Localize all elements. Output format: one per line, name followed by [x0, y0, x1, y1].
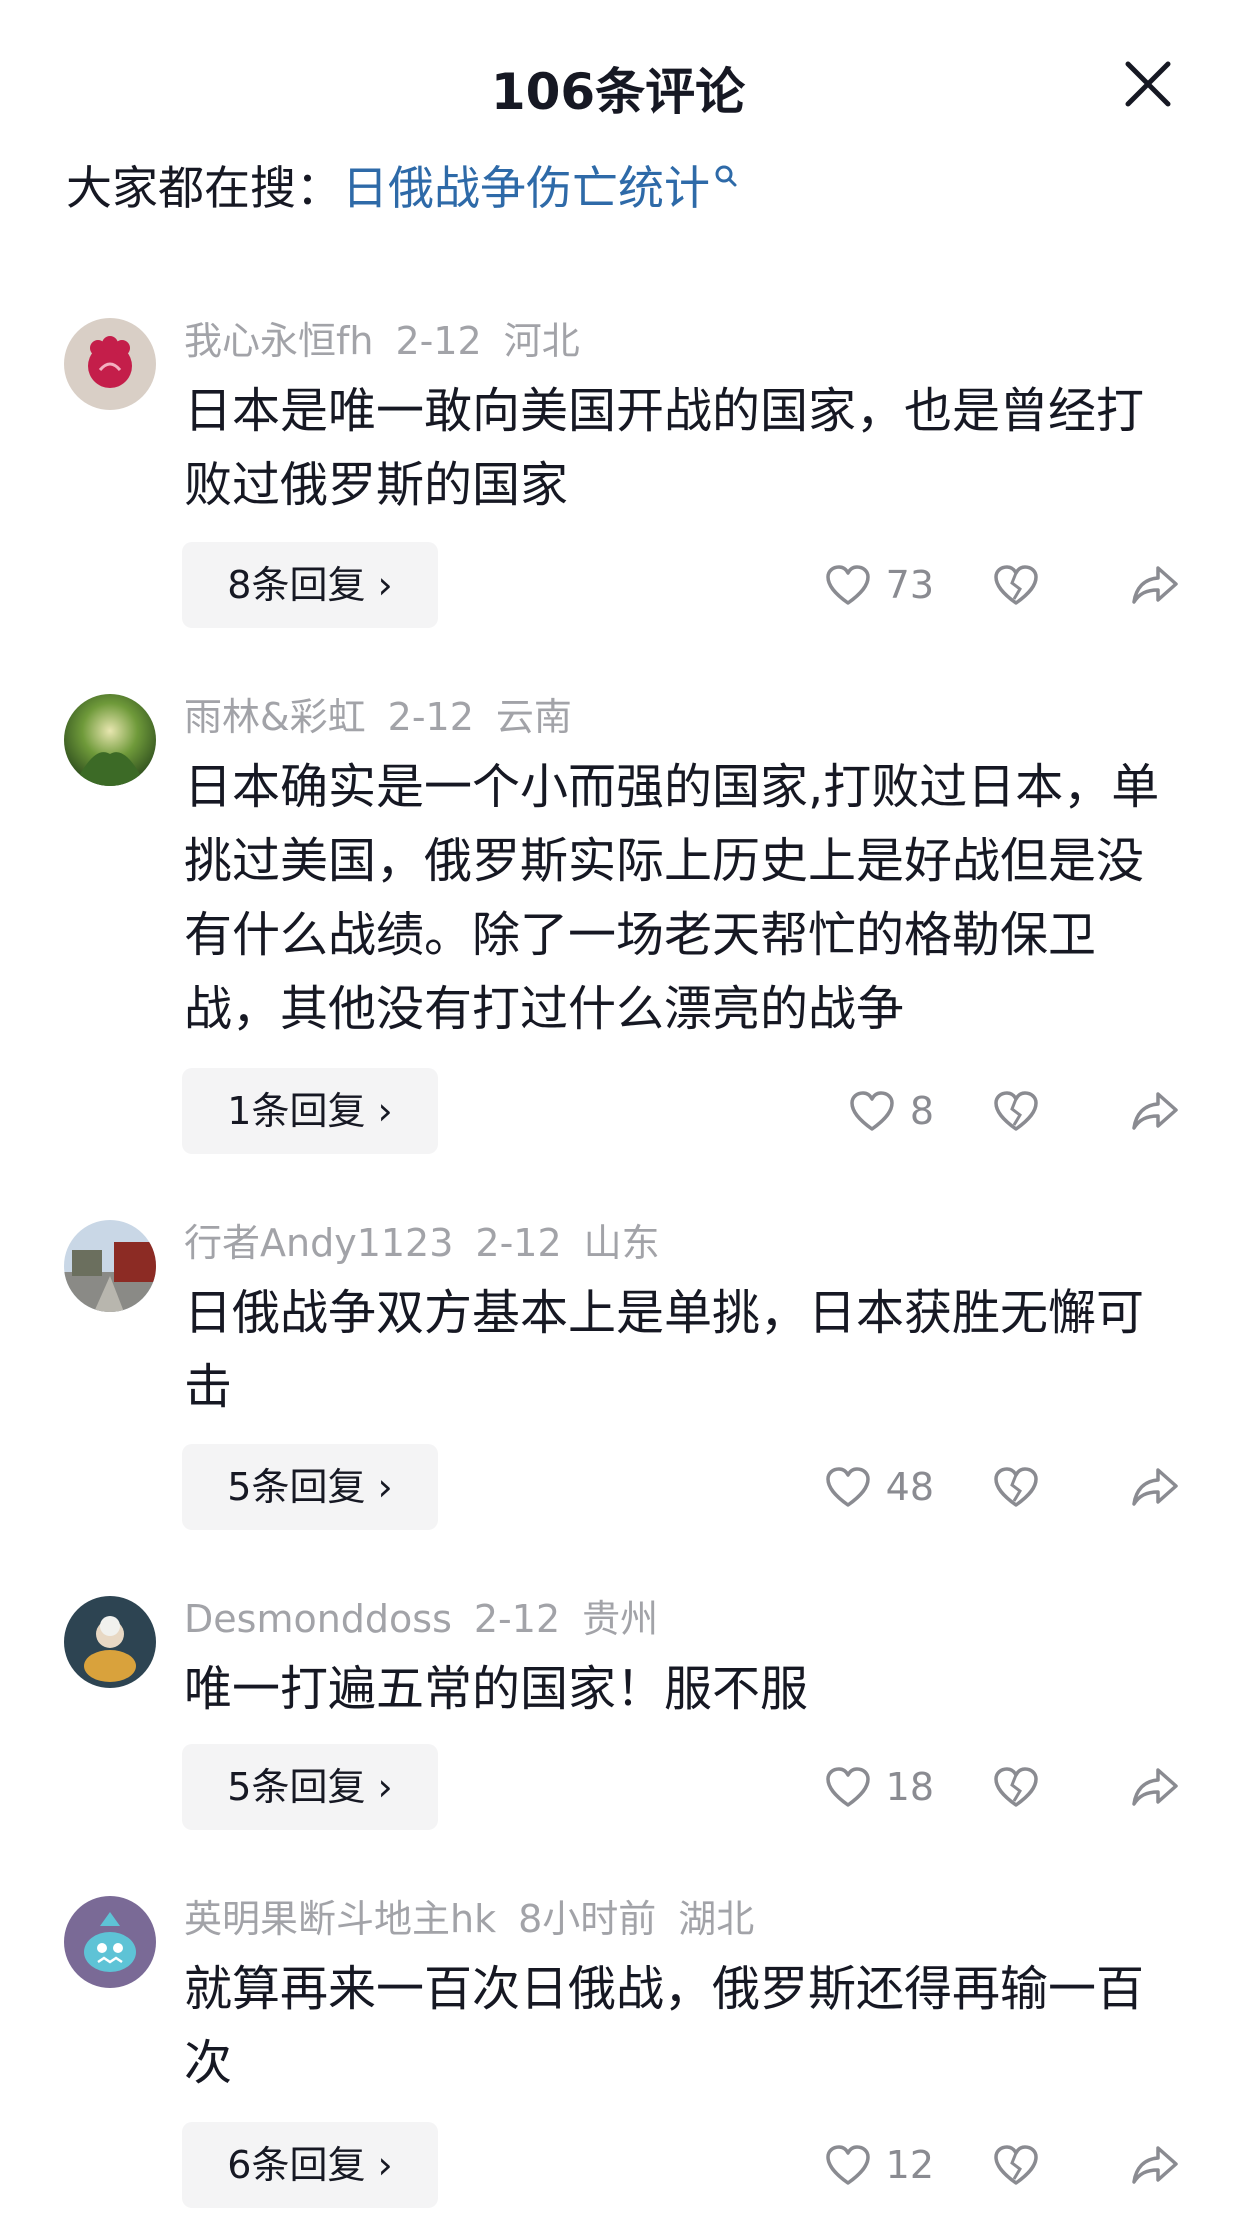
close-button[interactable] — [1120, 56, 1176, 112]
view-replies-button[interactable]: 6条回复 › — [182, 2122, 438, 2208]
dislike-button[interactable] — [992, 2143, 1040, 2191]
avatar[interactable] — [64, 318, 156, 410]
like-button[interactable]: 8 — [848, 1068, 934, 1154]
dislike-button[interactable] — [992, 1089, 1040, 1137]
heart-icon — [825, 1467, 870, 1507]
comment-date: 2-12 — [475, 1221, 562, 1265]
like-count: 12 — [885, 2143, 934, 2187]
share-arrow-icon — [1132, 566, 1178, 604]
avatar[interactable] — [64, 1896, 156, 1988]
comment-text: 日本确实是一个小而强的国家,打败过日本，单挑过美国，俄罗斯实际上历史上是好战但是… — [184, 759, 1160, 1037]
username[interactable]: 我心永恒fh — [184, 319, 373, 363]
broken-heart-icon — [994, 1767, 1038, 1807]
comment-text: 就算再来一百次日俄战，俄罗斯还得再输一百次 — [184, 1961, 1145, 2091]
broken-heart-icon — [994, 565, 1038, 605]
comment-date: 2-12 — [473, 1597, 561, 1641]
heart-icon — [825, 2145, 870, 2185]
comment-actions: 1条回复 › 8 — [0, 1068, 1236, 1154]
broken-heart-icon — [994, 1091, 1038, 1131]
comment-text: 日本是唯一敢向美国开战的国家，也是曾经打败过俄罗斯的国家 — [184, 383, 1145, 513]
comment-text: 日俄战争双方基本上是单挑，日本获胜无懈可击 — [184, 1285, 1145, 1415]
comment-location: 云南 — [495, 695, 572, 739]
username[interactable]: 英明果断斗地主hk — [184, 1897, 496, 1941]
comment-date: 8小时前 — [518, 1897, 657, 1941]
like-count: 18 — [885, 1765, 934, 1809]
heart-icon — [825, 565, 870, 605]
comment-meta: 雨林&彩虹 2-12 云南 — [184, 694, 594, 740]
search-icon — [715, 165, 737, 187]
comment-text: 唯一打遍五常的国家！服不服 — [184, 1661, 809, 1717]
username[interactable]: Desmonddoss — [184, 1597, 452, 1641]
trending-search-link[interactable]: 日俄战争伤亡统计 — [342, 161, 738, 215]
comment-date: 2-12 — [387, 695, 474, 739]
comment-actions: 5条回复 › 48 — [0, 1444, 1236, 1530]
share-button[interactable] — [1130, 2142, 1180, 2192]
comment-date: 2-12 — [395, 319, 482, 363]
trending-search-row: 大家都在搜：日俄战争伤亡统计 — [66, 152, 738, 218]
share-arrow-icon — [1132, 1092, 1178, 1130]
avatar[interactable] — [64, 1220, 156, 1312]
username[interactable]: 行者Andy1123 — [184, 1221, 453, 1265]
view-replies-button[interactable]: 5条回复 › — [182, 1444, 438, 1530]
dislike-button[interactable] — [992, 563, 1040, 611]
share-button[interactable] — [1130, 1088, 1180, 1138]
comment-meta: 行者Andy1123 2-12 山东 — [184, 1220, 682, 1266]
comment-location: 山东 — [583, 1221, 660, 1265]
avatar[interactable] — [64, 1596, 156, 1688]
like-count: 73 — [885, 563, 934, 607]
view-replies-button[interactable]: 1条回复 › — [182, 1068, 438, 1154]
comments-header: 106条评论 — [0, 0, 1236, 150]
share-button[interactable] — [1130, 562, 1180, 612]
comment-location: 河北 — [503, 319, 580, 363]
username[interactable]: 雨林&彩虹 — [184, 695, 366, 739]
dislike-button[interactable] — [992, 1765, 1040, 1813]
share-arrow-icon — [1132, 1768, 1178, 1806]
like-button[interactable]: 73 — [824, 542, 934, 628]
comment-meta: 英明果断斗地主hk 8小时前 湖北 — [184, 1896, 776, 1942]
view-replies-button[interactable]: 8条回复 › — [182, 542, 438, 628]
comments-title: 106条评论 — [490, 63, 746, 121]
comment-actions: 6条回复 › 12 — [0, 2122, 1236, 2208]
heart-icon — [825, 1767, 870, 1807]
trending-search-prefix: 大家都在搜： — [66, 161, 342, 215]
share-button[interactable] — [1130, 1464, 1180, 1514]
like-button[interactable]: 18 — [824, 1744, 934, 1830]
like-button[interactable]: 12 — [824, 2122, 934, 2208]
heart-icon — [850, 1091, 894, 1131]
trending-search-term: 日俄战争伤亡统计 — [342, 161, 710, 215]
share-button[interactable] — [1130, 1764, 1180, 1814]
dislike-button[interactable] — [992, 1465, 1040, 1513]
share-arrow-icon — [1132, 2146, 1178, 2184]
comment-actions: 8条回复 › 73 — [0, 542, 1236, 628]
like-button[interactable]: 48 — [824, 1444, 934, 1530]
view-replies-button[interactable]: 5条回复 › — [182, 1744, 438, 1830]
broken-heart-icon — [994, 1467, 1038, 1507]
comment-location: 湖北 — [678, 1897, 755, 1941]
comment-meta: Desmonddoss 2-12 贵州 — [184, 1596, 680, 1642]
comment-meta: 我心永恒fh 2-12 河北 — [184, 318, 602, 364]
close-icon — [1125, 61, 1171, 107]
like-count: 48 — [885, 1465, 934, 1509]
comment-location: 贵州 — [582, 1597, 659, 1641]
share-arrow-icon — [1132, 1468, 1178, 1506]
broken-heart-icon — [994, 2145, 1038, 2185]
avatar[interactable] — [64, 694, 156, 786]
comment-actions: 5条回复 › 18 — [0, 1744, 1236, 1830]
like-count: 8 — [909, 1089, 934, 1133]
